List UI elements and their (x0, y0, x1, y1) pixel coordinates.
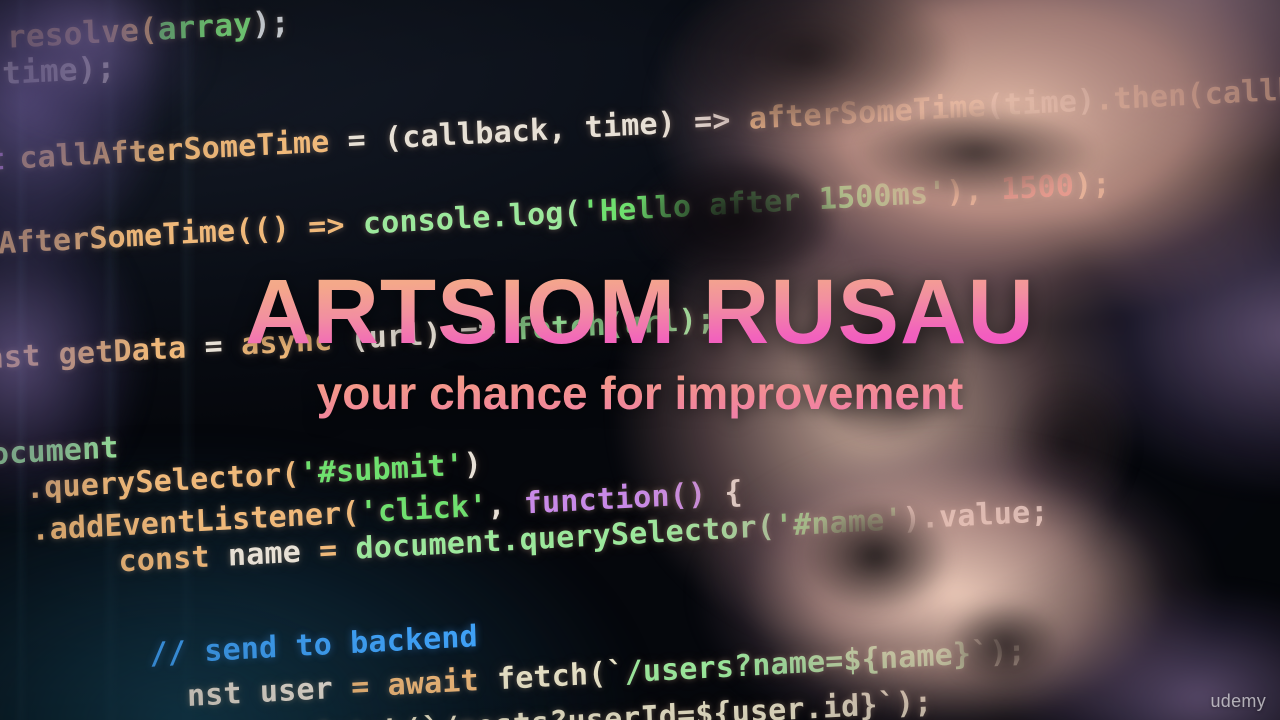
code-editor-background (0, 0, 1280, 720)
udemy-watermark: udemy (1210, 691, 1266, 711)
video-thumbnail: resolve(array); time); t callAfterSomeTim… (0, 0, 1280, 720)
